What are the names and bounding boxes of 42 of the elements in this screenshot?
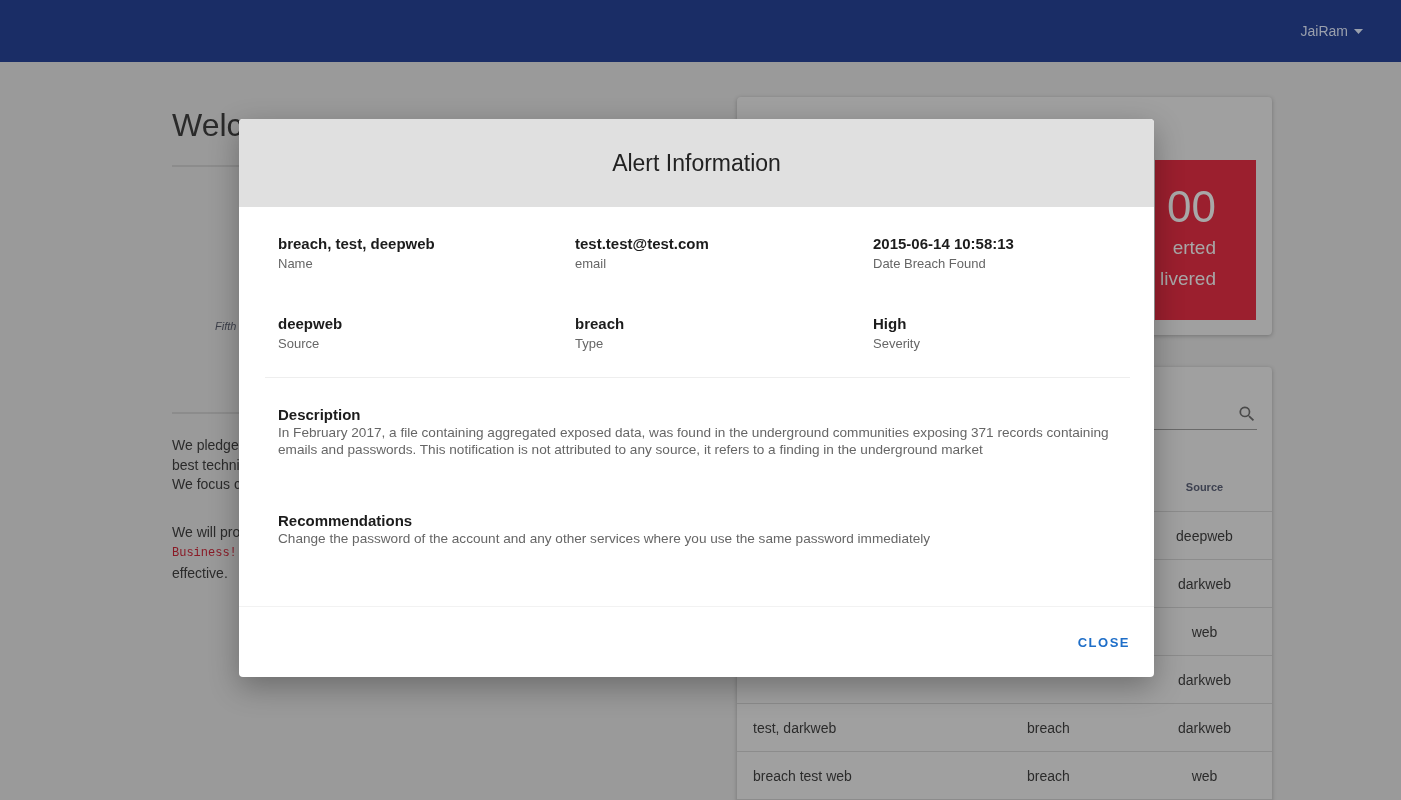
field-label: Type <box>575 336 605 351</box>
image-caption: Fifth <box>215 320 237 332</box>
table-cell: breach <box>1027 767 1070 784</box>
section-text: Change the password of the account and any other services where you use the same password immediately <box>278 531 932 548</box>
search-icon[interactable] <box>1237 404 1257 424</box>
section-text: In February 2017, a file containing aggregated exposed data, was found in the underground communities exposing 371 records containing emails and passwords. This notification is not attributed to any source, it refers to a finding in the underground market <box>278 425 1110 458</box>
paragraph-line: We pledge <box>172 437 239 453</box>
field-label: email <box>575 256 608 271</box>
field-value: breach, test, deepweb <box>278 235 436 252</box>
caret-icon <box>1354 28 1363 34</box>
table-cell: web <box>1191 623 1218 640</box>
dialog-title: Alert Information <box>612 149 781 177</box>
field-value: test.test@test.com <box>575 235 710 252</box>
table-cell: darkweb <box>1178 575 1231 592</box>
table-cell: deepweb <box>1176 527 1233 544</box>
paragraph-line: best techni <box>172 456 240 473</box>
section-heading: Description <box>278 406 362 423</box>
field-value: breach <box>575 315 626 332</box>
code-text: Business! <box>172 546 237 560</box>
column-header: Source <box>1184 481 1225 493</box>
welcome-heading: Welc <box>172 107 243 143</box>
close-button[interactable]: CLOSE <box>1075 628 1132 656</box>
table-cell: breach test web <box>753 767 852 784</box>
table-cell: breach <box>1027 719 1070 736</box>
field-label: Date Breach Found <box>873 256 987 271</box>
table-cell: darkweb <box>1178 671 1231 688</box>
count-label: erted <box>1172 236 1216 260</box>
count-label: livered <box>1160 267 1216 291</box>
table-cell: test, darkweb <box>753 719 837 736</box>
field-value: 2015-06-14 10:58:13 <box>873 235 1015 252</box>
field-label: Name <box>278 256 314 271</box>
field-value: High <box>873 315 908 332</box>
section-heading: Recommendations <box>278 512 414 529</box>
table-cell: web <box>1191 767 1218 784</box>
paragraph-line: We will pro <box>172 523 241 540</box>
field-value: deepweb <box>278 315 344 332</box>
table-cell: darkweb <box>1178 719 1231 736</box>
field-label: Severity <box>873 336 921 351</box>
paragraph-line: effective. <box>172 564 228 581</box>
count-value: 00 <box>1167 182 1216 232</box>
field-label: Source <box>278 336 321 351</box>
user-menu[interactable]: JaiRam <box>1300 23 1363 39</box>
